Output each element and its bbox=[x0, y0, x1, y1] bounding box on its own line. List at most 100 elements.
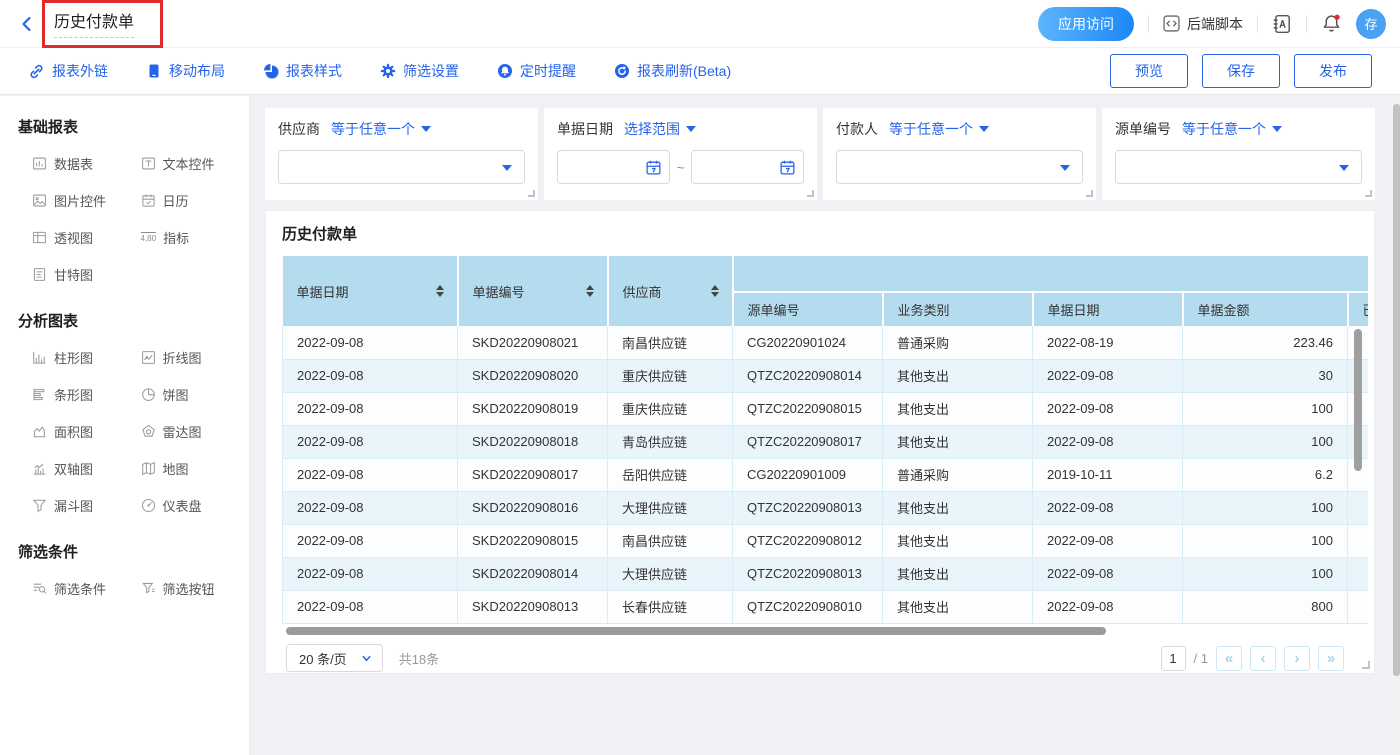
contacts-button[interactable] bbox=[1272, 14, 1292, 34]
vertical-scrollbar[interactable] bbox=[1354, 329, 1362, 471]
sidebar-item-column-chart[interactable]: 柱形图 bbox=[16, 348, 125, 367]
filter-operator-dropdown[interactable]: 等于任意一个 bbox=[1182, 119, 1282, 139]
sidebar-item-calendar[interactable]: 日历 bbox=[125, 191, 234, 210]
column-header-written-off[interactable]: 已核销 bbox=[1348, 292, 1369, 326]
resize-handle[interactable] bbox=[1365, 190, 1372, 197]
alarm-icon bbox=[497, 63, 513, 79]
area-chart-icon bbox=[32, 424, 47, 439]
table-title: 历史付款单 bbox=[282, 226, 1368, 244]
table-row[interactable]: 2022-09-08SKD20220908021南昌供应链CG202209010… bbox=[283, 326, 1369, 359]
resize-handle[interactable] bbox=[528, 190, 535, 197]
toolbar-item-filter-settings[interactable]: 筛选设置 bbox=[380, 61, 459, 81]
next-page-button[interactable]: › bbox=[1284, 646, 1310, 671]
back-button[interactable] bbox=[18, 15, 36, 33]
chevron-down-icon bbox=[421, 126, 431, 132]
filter-card-date[interactable]: 单据日期 选择范围 ~ bbox=[544, 108, 817, 200]
sidebar-item-funnel-chart[interactable]: 漏斗图 bbox=[16, 496, 125, 515]
toolbar-item-report-refresh[interactable]: 报表刷新(Beta) bbox=[614, 61, 731, 81]
filter-card-payer[interactable]: 付款人 等于任意一个 bbox=[823, 108, 1096, 200]
table-row[interactable]: 2022-09-08SKD20220908015南昌供应链QTZC2022090… bbox=[283, 524, 1369, 557]
column-header-sub-date[interactable]: 单据日期 bbox=[1033, 292, 1183, 326]
sidebar-item-data-table[interactable]: 数据表 bbox=[16, 154, 125, 173]
save-button[interactable]: 保存 bbox=[1202, 54, 1280, 88]
sort-icon[interactable] bbox=[586, 285, 594, 297]
sort-icon[interactable] bbox=[711, 285, 719, 297]
gantt-icon bbox=[32, 267, 47, 282]
sidebar-item-pie-chart[interactable]: 饼图 bbox=[125, 385, 234, 404]
column-header-doc-date[interactable]: 单据日期 bbox=[283, 256, 458, 326]
resize-handle[interactable] bbox=[1362, 661, 1370, 669]
sidebar-item-pivot[interactable]: 透视图 bbox=[16, 228, 125, 247]
sort-icon[interactable] bbox=[436, 285, 444, 297]
sidebar-item-indicator[interactable]: 4,80指标 bbox=[125, 228, 234, 247]
column-header-amount[interactable]: 单据金额 bbox=[1183, 292, 1348, 326]
sidebar-item-text-widget[interactable]: 文本控件 bbox=[125, 154, 234, 173]
page-title[interactable]: 历史付款单 bbox=[54, 8, 134, 38]
filter-operator-dropdown[interactable]: 选择范围 bbox=[624, 119, 696, 139]
chevron-down-icon bbox=[502, 165, 512, 171]
publish-button[interactable]: 发布 bbox=[1294, 54, 1372, 88]
filter-card-supplier[interactable]: 供应商 等于任意一个 bbox=[265, 108, 538, 200]
toolbar-label: 报表外链 bbox=[52, 61, 108, 81]
widget-sidebar: 基础报表 数据表 文本控件 图片控件 日历 透视图 4,80指标 甘特图 分析图… bbox=[0, 96, 250, 755]
payer-select[interactable] bbox=[836, 150, 1083, 184]
toolbar-item-scheduled-reminder[interactable]: 定时提醒 bbox=[497, 61, 576, 81]
avatar[interactable]: 存 bbox=[1356, 9, 1386, 39]
chevron-left-icon bbox=[18, 15, 36, 33]
table-row[interactable]: 2022-09-08SKD20220908019重庆供应链QTZC2022090… bbox=[283, 392, 1369, 425]
sidebar-item-gauge[interactable]: 仪表盘 bbox=[125, 496, 234, 515]
backend-script-button[interactable]: 后端脚本 bbox=[1163, 14, 1243, 34]
chevron-down-icon bbox=[1339, 165, 1349, 171]
sidebar-item-area-chart[interactable]: 面积图 bbox=[16, 422, 125, 441]
sidebar-item-line-chart[interactable]: 折线图 bbox=[125, 348, 234, 367]
app-access-button[interactable]: 应用访问 bbox=[1038, 7, 1134, 41]
last-page-button[interactable]: » bbox=[1318, 646, 1344, 671]
sidebar-section-charts: 分析图表 柱形图 折线图 条形图 饼图 面积图 雷达图 双轴图 地图 漏斗图 仪… bbox=[16, 310, 233, 515]
column-chart-icon bbox=[32, 350, 47, 365]
column-header-biz-type[interactable]: 业务类别 bbox=[883, 292, 1033, 326]
table-row[interactable]: 2022-09-08SKD20220908020重庆供应链QTZC2022090… bbox=[283, 359, 1369, 392]
sidebar-item-filter-condition[interactable]: 筛选条件 bbox=[16, 579, 125, 598]
sidebar-item-bar-chart[interactable]: 条形图 bbox=[16, 385, 125, 404]
sidebar-item-image-widget[interactable]: 图片控件 bbox=[16, 191, 125, 210]
source-no-select[interactable] bbox=[1115, 150, 1362, 184]
sidebar-item-map[interactable]: 地图 bbox=[125, 459, 234, 478]
toolbar-item-mobile-layout[interactable]: 移动布局 bbox=[146, 61, 225, 81]
date-start-input[interactable] bbox=[557, 150, 670, 184]
table-row[interactable]: 2022-09-08SKD20220908018青岛供应链QTZC2022090… bbox=[283, 425, 1369, 458]
resize-handle[interactable] bbox=[1086, 190, 1093, 197]
filter-operator-dropdown[interactable]: 等于任意一个 bbox=[331, 119, 431, 139]
filter-card-source-no[interactable]: 源单编号 等于任意一个 bbox=[1102, 108, 1375, 200]
sidebar-item-filter-button[interactable]: 筛选按钮 bbox=[125, 579, 234, 598]
sidebar-item-gantt[interactable]: 甘特图 bbox=[16, 265, 125, 284]
sidebar-item-dual-axis-chart[interactable]: 双轴图 bbox=[16, 459, 125, 478]
divider bbox=[1148, 15, 1149, 33]
current-page-box[interactable]: 1 bbox=[1161, 646, 1186, 671]
notifications-button[interactable] bbox=[1321, 13, 1342, 34]
resize-handle[interactable] bbox=[807, 190, 814, 197]
horizontal-scrollbar[interactable] bbox=[286, 627, 1106, 635]
column-header-doc-no[interactable]: 单据编号 bbox=[458, 256, 608, 326]
date-end-input[interactable] bbox=[691, 150, 804, 184]
table-row[interactable]: 2022-09-08SKD20220908017岳阳供应链CG202209010… bbox=[283, 458, 1369, 491]
data-table-widget[interactable]: 历史付款单 单据日期 单据编号 供应商 源单编号 bbox=[265, 210, 1375, 674]
text-widget-icon bbox=[141, 156, 156, 171]
filter-operator-dropdown[interactable]: 等于任意一个 bbox=[889, 119, 989, 139]
column-header-supplier[interactable]: 供应商 bbox=[608, 256, 733, 326]
table-row[interactable]: 2022-09-08SKD20220908016大理供应链QTZC2022090… bbox=[283, 491, 1369, 524]
topbar-actions: 应用访问 后端脚本 存 bbox=[1038, 7, 1386, 41]
supplier-select[interactable] bbox=[278, 150, 525, 184]
scrollbar-thumb[interactable] bbox=[1393, 104, 1400, 676]
calendar-icon bbox=[779, 159, 796, 176]
column-header-source-no[interactable]: 源单编号 bbox=[733, 292, 883, 326]
toolbar-item-external-link[interactable]: 报表外链 bbox=[28, 61, 108, 81]
table-row[interactable]: 2022-09-08SKD20220908014大理供应链QTZC2022090… bbox=[283, 557, 1369, 590]
toolbar-item-report-style[interactable]: 报表样式 bbox=[263, 61, 342, 81]
sidebar-item-radar-chart[interactable]: 雷达图 bbox=[125, 422, 234, 441]
page-size-select[interactable]: 20 条/页 bbox=[286, 644, 383, 672]
table-row[interactable]: 2022-09-08SKD20220908013长春供应链QTZC2022090… bbox=[283, 590, 1369, 623]
first-page-button[interactable]: « bbox=[1216, 646, 1242, 671]
prev-page-button[interactable]: ‹ bbox=[1250, 646, 1276, 671]
preview-button[interactable]: 预览 bbox=[1110, 54, 1188, 88]
page-scrollbar[interactable] bbox=[1392, 96, 1400, 755]
